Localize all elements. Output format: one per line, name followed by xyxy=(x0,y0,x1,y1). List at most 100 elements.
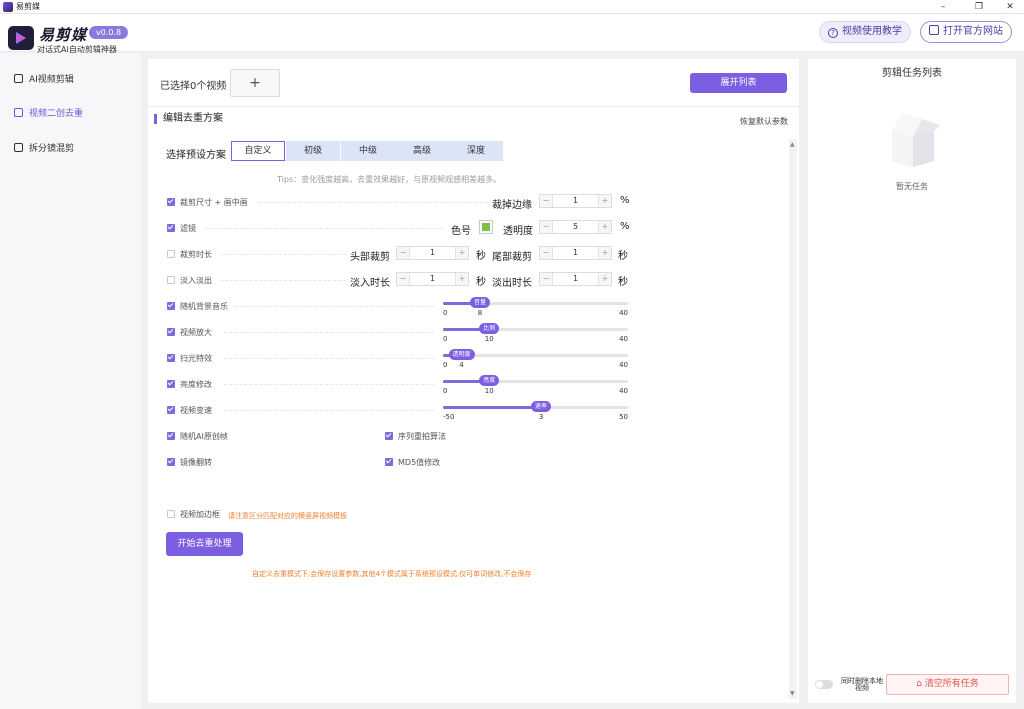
head-trim-value[interactable]: 1 xyxy=(411,247,454,259)
increment-button[interactable]: + xyxy=(598,221,611,233)
decrement-button[interactable]: − xyxy=(540,195,553,207)
clear-all-tasks-button[interactable]: ⌂ 清空所有任务 xyxy=(886,674,1009,695)
crop-stepper[interactable]: − 1 + xyxy=(539,194,612,208)
fade-out-value[interactable]: 1 xyxy=(554,273,597,285)
app-icon xyxy=(3,2,13,12)
tail-trim-label: 尾部裁剪 xyxy=(492,252,532,263)
brightness-checkbox[interactable] xyxy=(167,380,175,388)
decrement-button[interactable]: − xyxy=(540,221,553,233)
row-divider xyxy=(224,410,434,411)
filter-label: 滤镜 xyxy=(180,224,196,233)
sweep-checkbox[interactable] xyxy=(167,354,175,362)
sweep-label: 扫光特效 xyxy=(180,354,212,363)
filter-checkbox[interactable] xyxy=(167,224,175,232)
start-dedupe-button[interactable]: 开始去重处理 xyxy=(166,532,243,556)
tail-trim-stepper[interactable]: − 1 + xyxy=(539,246,612,260)
decrement-button[interactable]: − xyxy=(397,273,410,285)
empty-box-icon xyxy=(892,113,940,167)
sidebar-item-dedupe[interactable]: 视频二创去重 xyxy=(14,106,83,122)
slider-max: 40 xyxy=(619,361,628,369)
brightness-slider[interactable]: 亮度 0 10 40 xyxy=(443,375,628,397)
row-divider xyxy=(220,254,346,255)
fade-in-stepper[interactable]: − 1 + xyxy=(396,272,469,286)
bgm-checkbox[interactable] xyxy=(167,302,175,310)
sweep-slider[interactable]: 透明度 0 4 40 xyxy=(443,349,628,371)
increment-button[interactable]: + xyxy=(455,273,468,285)
increment-button[interactable]: + xyxy=(598,247,611,259)
version-badge: v0.0.8 xyxy=(89,26,129,39)
slider-handle[interactable]: 速率 xyxy=(531,401,552,412)
filter-stepper[interactable]: − 5 + xyxy=(539,220,612,234)
color-swatch[interactable] xyxy=(479,220,493,234)
preset-tab-basic[interactable]: 初级 xyxy=(286,141,340,161)
tips-text: Tips：变化强度越高，去重效果越好，与原视频观感相差越多。 xyxy=(277,175,502,184)
decrement-button[interactable]: − xyxy=(540,247,553,259)
zoom-slider[interactable]: 比例 0 10 40 xyxy=(443,323,628,345)
sidebar-item-ai-edit[interactable]: AI视频剪辑 xyxy=(14,72,74,88)
row-divider xyxy=(258,202,488,203)
tail-trim-unit: 秒 xyxy=(618,251,628,262)
delete-local-label: 同时删除本地视频 xyxy=(841,677,883,692)
close-button[interactable]: ✕ xyxy=(995,0,1024,14)
scrollbar[interactable]: ▲ ▼ xyxy=(789,139,797,699)
app-name: 易剪媒 xyxy=(39,26,88,44)
slider-handle[interactable]: 亮度 xyxy=(479,375,500,386)
filter-value[interactable]: 5 xyxy=(554,221,597,233)
preset-label: 选择预设方案 xyxy=(166,150,226,161)
speed-checkbox[interactable] xyxy=(167,406,175,414)
border-checkbox[interactable] xyxy=(167,510,175,518)
head-trim-stepper[interactable]: − 1 + xyxy=(396,246,469,260)
delete-local-toggle[interactable] xyxy=(815,680,833,689)
decrement-button[interactable]: − xyxy=(397,247,410,259)
tutorial-button[interactable]: ? 视频使用教学 xyxy=(819,21,911,43)
bgm-slider[interactable]: 音量 0 8 40 xyxy=(443,297,628,319)
head-trim-unit: 秒 xyxy=(476,251,486,262)
crop-value[interactable]: 1 xyxy=(554,195,597,207)
preset-tab-advanced[interactable]: 高级 xyxy=(395,141,449,161)
ai-frame-label: 随机AI原创帧 xyxy=(180,432,228,441)
crop-checkbox[interactable] xyxy=(167,198,175,206)
maximize-button[interactable]: ❐ xyxy=(964,0,994,14)
zoom-checkbox[interactable] xyxy=(167,328,175,336)
fade-checkbox[interactable] xyxy=(167,276,175,284)
window-title: 易剪媒 xyxy=(16,2,40,11)
mirror-checkbox[interactable] xyxy=(167,458,175,466)
decrement-button[interactable]: − xyxy=(540,273,553,285)
help-icon: ? xyxy=(828,28,838,38)
ai-frame-checkbox[interactable] xyxy=(167,432,175,440)
resample-checkbox[interactable] xyxy=(385,432,393,440)
expand-list-button[interactable]: 展开列表 xyxy=(690,73,787,93)
preset-tab-medium[interactable]: 中级 xyxy=(341,141,395,161)
minimize-button[interactable]: – xyxy=(928,0,958,14)
increment-button[interactable]: + xyxy=(598,195,611,207)
mirror-label: 镜像翻转 xyxy=(180,458,212,467)
mode-note: 自定义去重模式下,会保存设置参数,其他4个模式属于系统预设模式,仅可单词修改,不… xyxy=(252,570,532,578)
preset-tab-deep[interactable]: 深度 xyxy=(449,141,503,161)
trim-checkbox[interactable] xyxy=(167,250,175,258)
row-divider xyxy=(224,332,434,333)
add-video-button[interactable]: + xyxy=(230,69,280,97)
increment-button[interactable]: + xyxy=(455,247,468,259)
fade-in-value[interactable]: 1 xyxy=(411,273,454,285)
fade-out-stepper[interactable]: − 1 + xyxy=(539,272,612,286)
fade-out-unit: 秒 xyxy=(618,277,628,288)
preset-tab-custom[interactable]: 自定义 xyxy=(231,141,285,161)
tail-trim-value[interactable]: 1 xyxy=(554,247,597,259)
official-site-button[interactable]: 打开官方网站 xyxy=(920,21,1012,43)
md5-checkbox[interactable] xyxy=(385,458,393,466)
speed-slider[interactable]: 速率 -50 3 50 xyxy=(443,401,628,423)
reset-defaults-link[interactable]: 恢复默认参数 xyxy=(740,116,788,127)
sidebar-item-split-mix[interactable]: 拆分镜混剪 xyxy=(14,141,74,157)
task-list-title: 剪辑任务列表 xyxy=(882,68,942,79)
scroll-up-icon[interactable]: ▲ xyxy=(790,141,795,148)
slider-handle[interactable]: 比例 xyxy=(479,323,500,334)
slider-handle[interactable]: 透明度 xyxy=(448,349,475,360)
slider-handle[interactable]: 音量 xyxy=(469,297,491,308)
increment-button[interactable]: + xyxy=(598,273,611,285)
color-swatch-fill xyxy=(482,223,490,231)
row-divider xyxy=(220,280,346,281)
row-divider xyxy=(224,384,434,385)
scroll-down-icon[interactable]: ▼ xyxy=(790,690,795,697)
slider-value: 8 xyxy=(477,309,483,317)
selected-count: 已选择0个视频 xyxy=(160,81,227,92)
